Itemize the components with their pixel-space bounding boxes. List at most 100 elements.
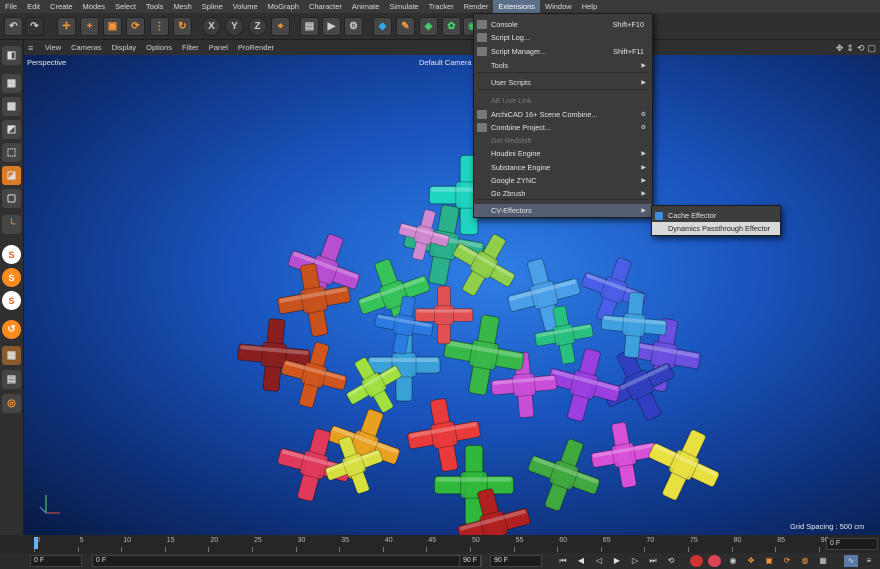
go-to-start-icon[interactable]: ⏮ <box>556 555 570 567</box>
y-axis-icon[interactable]: Y <box>225 17 244 36</box>
current-frame-field[interactable]: 0 F <box>92 555 482 567</box>
keyframe-selection-icon[interactable]: ◉ <box>726 555 740 567</box>
menu-item-houdini-engine[interactable]: Houdini Engine ▶ <box>474 147 652 160</box>
points-mode-icon[interactable]: ⬚ <box>2 143 21 162</box>
menu-select[interactable]: Select <box>110 0 141 13</box>
loop-icon[interactable]: ⟲ <box>664 555 678 567</box>
menu-item-substance-engine[interactable]: Substance Engine ▶ <box>474 161 652 174</box>
solo-icon[interactable]: ◎ <box>2 394 21 413</box>
locked-workplane-icon[interactable]: ↺ <box>2 320 21 339</box>
pen-icon[interactable]: ✎ <box>396 17 415 36</box>
menu-extensions[interactable]: Extensions <box>493 0 541 13</box>
scale-icon[interactable]: ▣ <box>103 17 122 36</box>
menu-simulate[interactable]: Simulate <box>384 0 423 13</box>
cube-icon[interactable]: ◆ <box>373 17 392 36</box>
menu-window[interactable]: Window <box>540 0 577 13</box>
submenu-item-cache-effector[interactable]: Cache Effector <box>652 209 780 222</box>
render-view-icon[interactable]: ▤ <box>300 17 319 36</box>
rotation-key-icon[interactable]: ⟳ <box>780 555 794 567</box>
hamburger-icon[interactable]: ≡ <box>28 43 40 53</box>
viewport-menu-panel[interactable]: Panel <box>204 43 233 52</box>
scale-key-icon[interactable]: ▣ <box>762 555 776 567</box>
prev-key-icon[interactable]: ◀ <box>574 555 588 567</box>
menu-character[interactable]: Character <box>304 0 347 13</box>
menu-volume[interactable]: Volume <box>228 0 263 13</box>
menu-spline[interactable]: Spline <box>197 0 228 13</box>
gear-icon[interactable]: ⚙ <box>641 124 646 131</box>
menu-item-cv-effectors[interactable]: CV-Effectors ▶ <box>474 204 652 217</box>
pla-key-icon[interactable]: ▦ <box>816 555 830 567</box>
menu-item-tools[interactable]: Tools ▶ <box>474 59 652 72</box>
x-axis-icon[interactable]: X <box>202 17 221 36</box>
viewport-menu-filter[interactable]: Filter <box>177 43 204 52</box>
timeline-menu-icon[interactable]: ≡ <box>862 555 876 567</box>
make-editable-icon[interactable]: ◧ <box>2 46 21 65</box>
parameter-key-icon[interactable]: ◍ <box>798 555 812 567</box>
menu-item-archicad-16-scene-combine[interactable]: ArchiCAD 16+ Scene Combine... ⚙ <box>474 108 652 121</box>
menu-item-script-manager[interactable]: Script Manager... Shift+F11 <box>474 45 652 58</box>
move-tool-icon[interactable]: ✛ <box>57 17 76 36</box>
menu-mograph[interactable]: MoGraph <box>263 0 304 13</box>
autokey-icon[interactable] <box>708 555 721 567</box>
menu-item-user-scripts[interactable]: User Scripts ▶ <box>474 76 652 89</box>
model-mode-icon[interactable]: ▦ <box>2 74 21 93</box>
menu-tools[interactable]: Tools <box>141 0 169 13</box>
layer-icon[interactable]: ▤ <box>2 370 21 389</box>
snap-settings-icon[interactable]: S <box>2 268 21 287</box>
redo-icon[interactable]: ↷ <box>25 17 44 36</box>
zoom-view-icon[interactable]: ⇕ <box>846 43 854 54</box>
menu-modes[interactable]: Modes <box>78 0 111 13</box>
live-select-icon[interactable]: ⋮ <box>150 17 169 36</box>
viewport-menu-prorender[interactable]: ProRender <box>233 43 279 52</box>
maximize-view-icon[interactable]: ▢ <box>867 43 876 54</box>
workplane-icon[interactable]: ◩ <box>2 120 21 139</box>
viewport-menu-view[interactable]: View <box>40 43 66 52</box>
menu-file[interactable]: File <box>0 0 22 13</box>
z-axis-icon[interactable]: Z <box>248 17 267 36</box>
timeline-ruler[interactable]: 051015202530354045505560657075808590 <box>0 535 880 553</box>
render-settings-icon[interactable]: ⚙ <box>344 17 363 36</box>
menu-item-google-zync[interactable]: Google ZYNC ▶ <box>474 174 652 187</box>
texture-mode-icon[interactable]: ▩ <box>2 97 21 116</box>
move-view-icon[interactable]: ✥ <box>836 43 844 54</box>
interpolation-icon[interactable]: ∿ <box>844 555 858 567</box>
end-frame-field-b[interactable]: 90 F <box>490 555 542 567</box>
undo-icon[interactable]: ↶ <box>4 17 23 36</box>
subdivision-icon[interactable]: ◈ <box>419 17 438 36</box>
quantize-icon[interactable]: S <box>2 291 21 310</box>
viewport-menu-display[interactable]: Display <box>107 43 142 52</box>
3d-viewport[interactable]: Perspective Default Camera Grid Spacing … <box>24 55 880 535</box>
viewport-menu-options[interactable]: Options <box>141 43 177 52</box>
menu-item-combine-project[interactable]: Combine Project... ⚙ <box>474 121 652 134</box>
edges-mode-icon[interactable]: ◪ <box>2 166 21 185</box>
grid-icon[interactable]: ▦ <box>2 346 21 365</box>
right-frame-field[interactable]: 0 F <box>826 538 878 550</box>
rotate-view-icon[interactable]: ⟲ <box>857 43 865 54</box>
go-to-end-icon[interactable]: ⏭ <box>646 555 660 567</box>
axis-mode-icon[interactable]: └ <box>2 215 21 234</box>
menu-item-go-zbrush[interactable]: Go Zbrush ▶ <box>474 187 652 200</box>
viewport-menu-cameras[interactable]: Cameras <box>66 43 106 52</box>
recent-tool-icon[interactable]: ↻ <box>173 17 192 36</box>
coordinate-system-icon[interactable]: ⌖ <box>271 17 290 36</box>
menu-create[interactable]: Create <box>45 0 78 13</box>
play-icon[interactable]: ▶ <box>610 555 624 567</box>
menu-render[interactable]: Render <box>459 0 494 13</box>
menu-animate[interactable]: Animate <box>347 0 385 13</box>
menu-mesh[interactable]: Mesh <box>168 0 196 13</box>
playhead[interactable] <box>34 537 38 549</box>
menu-tracker[interactable]: Tracker <box>424 0 459 13</box>
menu-help[interactable]: Help <box>577 0 602 13</box>
next-frame-icon[interactable]: ▷ <box>628 555 642 567</box>
menu-item-console[interactable]: Console Shift+F10 <box>474 18 652 31</box>
start-frame-field[interactable]: 0 F <box>30 555 82 567</box>
rotate-icon[interactable]: ⟳ <box>126 17 145 36</box>
add-icon[interactable]: + <box>80 17 99 36</box>
gear-icon[interactable]: ⚙ <box>641 111 646 118</box>
polygons-mode-icon[interactable]: ▢ <box>2 189 21 208</box>
position-key-icon[interactable]: ✥ <box>744 555 758 567</box>
prev-frame-icon[interactable]: ◁ <box>592 555 606 567</box>
end-frame-field-a[interactable]: 90 F <box>459 555 481 567</box>
menu-edit[interactable]: Edit <box>22 0 45 13</box>
generator-icon[interactable]: ✿ <box>442 17 461 36</box>
